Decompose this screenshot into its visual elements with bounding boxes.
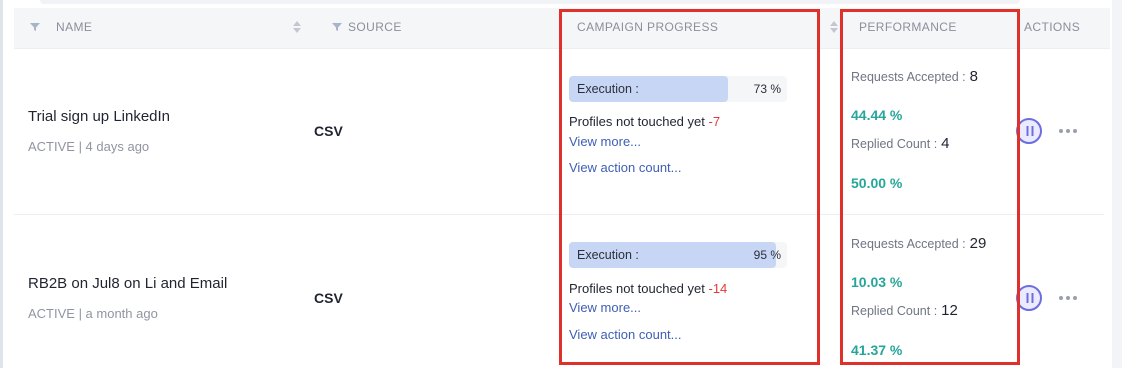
view-action-count-link[interactable]: View action count... [569,160,682,175]
campaign-source: CSV [314,123,343,139]
replied-count-label: Replied Count : [851,137,938,151]
top-strip [40,0,1020,4]
pause-icon [1026,293,1034,303]
requests-accepted: Requests Accepted :29 [851,235,986,252]
replied-count-value: 4 [941,135,950,152]
accepted-percent: 10.03 % [851,274,903,290]
name-sort-icon[interactable] [292,20,302,34]
profiles-not-touched-value: -7 [708,114,721,129]
campaign-name[interactable]: RB2B on Jul8 on Li and Email [28,275,227,292]
view-more-link[interactable]: View more... [569,300,641,315]
profiles-not-touched-label: Profiles not touched yet [569,114,705,129]
accepted-percent: 44.44 % [851,107,903,123]
view-more-link[interactable]: View more... [569,134,641,149]
requests-accepted-value: 8 [969,68,978,85]
execution-percent: 73 % [753,82,781,96]
requests-accepted-value: 29 [969,235,987,252]
replied-count-label: Replied Count : [851,304,938,318]
pause-campaign-button[interactable] [1016,285,1042,311]
header-actions: ACTIONS [1024,20,1081,34]
replied-percent: 41.37 % [851,342,903,358]
replied-count: Replied Count :4 [851,135,950,152]
requests-accepted: Requests Accepted :8 [851,68,978,85]
pause-campaign-button[interactable] [1016,118,1042,144]
campaign-name[interactable]: Trial sign up LinkedIn [28,108,170,125]
replied-count: Replied Count :12 [851,302,958,319]
replied-count-value: 12 [941,302,958,319]
campaign-status-meta: ACTIVE | 4 days ago [28,139,150,154]
replied-percent: 50.00 % [851,175,903,191]
execution-progress-bar: Execution : 95 % [569,242,787,268]
execution-progress-bar: Execution : 73 % [569,76,787,102]
source-filter-icon[interactable] [331,21,343,33]
execution-label: Execution : [577,248,639,262]
campaign-status-meta: ACTIVE | a month ago [28,306,158,321]
header-source[interactable]: SOURCE [348,8,402,48]
more-options-icon[interactable] [1058,293,1078,303]
profiles-not-touched: Profiles not touched yet -7 [569,114,720,129]
execution-percent: 95 % [753,248,781,262]
profiles-not-touched-label: Profiles not touched yet [569,281,705,296]
more-options-icon[interactable] [1058,126,1078,136]
header-campaign-progress: CAMPAIGN PROGRESS [577,20,719,34]
progress-sort-icon[interactable] [829,20,839,34]
name-filter-icon[interactable] [29,21,41,33]
table-header: NAME SOURCE CAMPAIGN PROGRESS PERFORMANC… [14,8,1110,49]
requests-accepted-label: Requests Accepted : [851,237,966,251]
campaign-source: CSV [314,290,343,306]
header-name[interactable]: NAME [56,8,92,48]
view-action-count-link[interactable]: View action count... [569,327,682,342]
header-performance: PERFORMANCE [859,20,957,34]
left-edge-bar [0,0,3,368]
campaigns-table: NAME SOURCE CAMPAIGN PROGRESS PERFORMANC… [0,0,1112,368]
profiles-not-touched: Profiles not touched yet -14 [569,281,727,296]
requests-accepted-label: Requests Accepted : [851,70,966,84]
execution-label: Execution : [577,82,639,96]
profiles-not-touched-value: -14 [708,281,728,296]
row-divider [14,214,1104,215]
pause-icon [1026,126,1034,136]
